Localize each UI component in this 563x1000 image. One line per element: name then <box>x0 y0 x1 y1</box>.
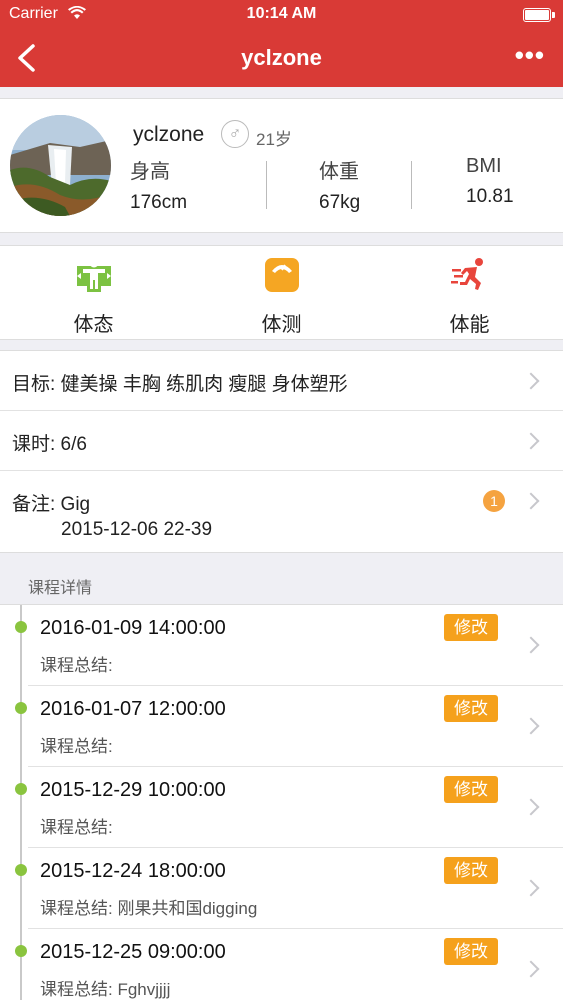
session-item[interactable]: 2015-12-24 18:00:00 课程总结: 刚果共和国digging 修… <box>0 848 563 929</box>
timeline-dot <box>15 864 27 876</box>
page-title: yclzone <box>241 45 322 70</box>
session-summary: 课程总结: <box>40 737 113 756</box>
timeline-dot <box>15 945 27 957</box>
session-item[interactable]: 2015-12-25 09:00:00 课程总结: Fghvjjjj 修改 <box>0 929 563 1000</box>
session-date: 2015-12-25 09:00:00 <box>40 941 226 963</box>
session-item[interactable]: 2016-01-07 12:00:00 课程总结: 修改 <box>0 686 563 767</box>
timeline-dot <box>15 621 27 633</box>
scale-icon <box>263 256 301 294</box>
session-summary: 课程总结: 刚果共和国digging <box>40 899 258 918</box>
note-text: 备注: Gig <box>12 494 91 515</box>
stat-label: BMI <box>466 155 502 177</box>
notification-badge: 1 <box>483 490 505 512</box>
session-summary: 课程总结: Fghvjjjj <box>40 980 171 999</box>
edit-button[interactable]: 修改 <box>444 938 498 965</box>
session-date: 2016-01-07 12:00:00 <box>40 698 226 720</box>
stat-value: 176cm <box>130 192 188 213</box>
chevron-right-icon <box>522 432 540 450</box>
session-summary: 课程总结: <box>40 656 113 675</box>
session-date: 2015-12-29 10:00:00 <box>40 779 226 801</box>
note-date: 2015-12-06 22-39 <box>61 519 213 540</box>
divider <box>411 161 412 209</box>
user-name: yclzone <box>133 123 205 146</box>
clock: 10:14 AM <box>246 5 317 22</box>
stat-weight: 体重 67kg <box>319 155 360 214</box>
stat-label: 身高 <box>130 161 170 183</box>
stat-label: 体重 <box>319 161 359 183</box>
fitness-button[interactable]: 体能 <box>376 246 563 341</box>
chevron-right-icon <box>522 717 540 735</box>
more-menu-button[interactable]: ••• <box>515 40 545 71</box>
feature-label: 体测 <box>261 314 302 336</box>
info-list: 目标: 健美操 丰胸 练肌肉 瘦腿 身体塑形 课时: 6/6 备注: Gig 2… <box>0 350 563 553</box>
feature-label: 体态 <box>73 314 114 336</box>
lessons-row[interactable]: 课时: 6/6 <box>0 411 563 471</box>
chevron-right-icon <box>522 960 540 978</box>
posture-button[interactable]: 体态 <box>0 246 187 341</box>
avatar[interactable] <box>10 115 111 216</box>
session-item[interactable]: 2016-01-09 14:00:00 课程总结: 修改 <box>0 605 563 686</box>
edit-button[interactable]: 修改 <box>444 776 498 803</box>
chevron-right-icon <box>522 636 540 654</box>
session-summary: 课程总结: <box>40 818 113 837</box>
section-header: 课程详情 <box>0 552 563 604</box>
chevron-right-icon <box>522 879 540 897</box>
body-test-button[interactable]: 体测 <box>188 246 375 341</box>
profile-card: yclzone ♂ 21岁 身高 176cm 体重 67kg BMI 10.81 <box>0 98 563 233</box>
feature-label: 体能 <box>449 314 490 336</box>
chevron-right-icon <box>522 492 540 510</box>
stat-value: 67kg <box>319 192 361 213</box>
status-bar: Carrier 10:14 AM <box>0 0 563 30</box>
timeline-dot <box>15 783 27 795</box>
chevron-right-icon <box>522 798 540 816</box>
timeline-dot <box>15 702 27 714</box>
user-age: 21岁 <box>256 130 292 149</box>
section-title: 课程详情 <box>28 580 93 597</box>
stat-value: 10.81 <box>466 186 514 207</box>
edit-button[interactable]: 修改 <box>444 857 498 884</box>
goal-row[interactable]: 目标: 健美操 丰胸 练肌肉 瘦腿 身体塑形 <box>0 351 563 411</box>
session-date: 2016-01-09 14:00:00 <box>40 617 226 639</box>
edit-button[interactable]: 修改 <box>444 695 498 722</box>
stat-height: 身高 176cm <box>130 155 187 214</box>
note-row[interactable]: 备注: Gig 2015-12-06 22-39 1 <box>0 471 563 553</box>
posture-icon <box>75 256 113 294</box>
divider <box>266 161 267 209</box>
session-item[interactable]: 2015-12-29 10:00:00 课程总结: 修改 <box>0 767 563 848</box>
feature-bar: 体态 体测 体能 <box>0 245 563 340</box>
running-icon <box>450 256 489 294</box>
chevron-right-icon <box>522 372 540 390</box>
lessons-text: 课时: 6/6 <box>12 434 87 455</box>
session-date: 2015-12-24 18:00:00 <box>40 860 226 882</box>
stat-bmi: BMI 10.81 <box>466 155 514 208</box>
session-timeline: 2016-01-09 14:00:00 课程总结: 修改 2016-01-07 … <box>0 604 563 1000</box>
goal-text: 目标: 健美操 丰胸 练肌肉 瘦腿 身体塑形 <box>12 374 348 395</box>
male-gender-icon: ♂ <box>221 120 249 148</box>
battery-icon <box>523 8 555 22</box>
edit-button[interactable]: 修改 <box>444 614 498 641</box>
nav-bar: yclzone ••• <box>0 30 563 87</box>
